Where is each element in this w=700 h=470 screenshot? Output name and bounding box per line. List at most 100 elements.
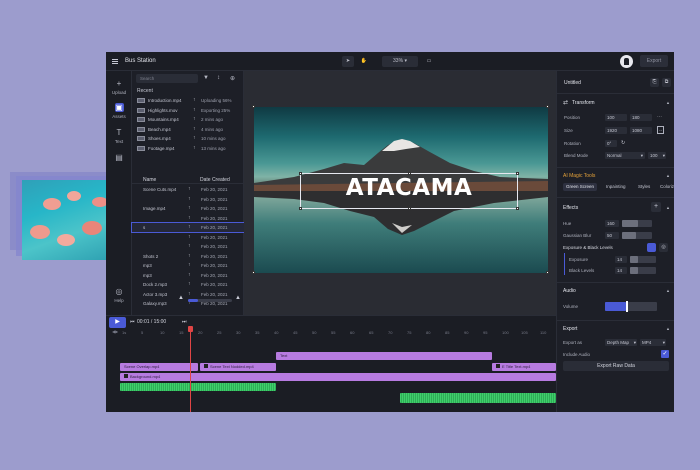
sort-icon[interactable]: ↕ xyxy=(217,75,220,81)
library-item[interactable]: mp3 ↑ Feb 20, 2021 xyxy=(132,271,244,280)
image-handle-tr[interactable] xyxy=(546,105,549,108)
preview-button[interactable]: ▭ xyxy=(422,56,436,67)
canvas-area[interactable]: ATACAMA xyxy=(244,71,556,315)
size-h-field[interactable]: 1080 xyxy=(630,127,652,134)
nav-text[interactable]: T Text xyxy=(106,128,132,144)
tag-colorize[interactable]: Colorize xyxy=(657,183,674,191)
image-handle-bl[interactable] xyxy=(252,271,255,274)
select-tool-button[interactable]: ➤ xyxy=(342,56,354,67)
chevron-up-icon[interactable]: ▲ xyxy=(666,100,670,105)
recent-item[interactable]: Beach.mp4 ↑ 4 mins ago xyxy=(137,125,241,134)
library-item[interactable]: ↑ Feb 20, 2021 xyxy=(132,233,244,242)
copy-icon[interactable]: ⧉ xyxy=(662,78,671,87)
text-handle-bl[interactable] xyxy=(299,207,302,210)
text-handle-tr[interactable] xyxy=(516,172,519,175)
play-button[interactable]: ▶ xyxy=(109,317,126,328)
opacity-select[interactable]: 100 ▾ xyxy=(648,152,666,159)
exposure-more-icon[interactable]: ◎ xyxy=(659,243,668,252)
transform-heading[interactable]: Transform xyxy=(572,100,595,106)
track-title-text[interactable]: E Title Text.mp4 xyxy=(492,363,556,371)
audio-heading[interactable]: Audio xyxy=(563,288,576,294)
black-levels-slider[interactable] xyxy=(630,267,656,274)
library-item[interactable]: Dock 2.mp3 ↑ Feb 20, 2021 xyxy=(132,280,244,289)
library-item[interactable]: Shots 2 ↑ Feb 20, 2021 xyxy=(132,252,244,261)
nav-help[interactable]: ◎ Help xyxy=(106,287,132,303)
blend-mode-select[interactable]: Normal ▾ xyxy=(605,152,645,159)
recent-item[interactable]: Footage.mp4 ↑ 13 mins ago xyxy=(137,144,241,153)
image-handle-tl[interactable] xyxy=(252,105,255,108)
gaussian-field[interactable]: 50 xyxy=(605,232,619,239)
skip-forward-icon[interactable]: ⏭ xyxy=(182,319,187,325)
track-scene-overlap[interactable]: Scene Overlap.mp4 xyxy=(120,363,198,371)
volume-slider[interactable] xyxy=(605,301,657,312)
chevron-up-icon[interactable]: ▲ xyxy=(666,326,670,331)
text-handle-tl[interactable] xyxy=(299,172,302,175)
position-x-field[interactable]: 100 xyxy=(605,114,627,121)
include-audio-checkbox[interactable]: ✓ xyxy=(661,350,669,358)
tag-styles[interactable]: Styles xyxy=(635,183,653,191)
rotation-field[interactable]: 0° xyxy=(605,140,617,147)
audio-track-2[interactable] xyxy=(400,393,556,403)
recent-item[interactable]: Shoes.mp4 ↑ 10 mins ago xyxy=(137,134,241,143)
library-item[interactable]: ↑ Feb 20, 2021 xyxy=(132,242,244,251)
audio-track-1[interactable] xyxy=(120,383,276,391)
track-background[interactable]: Background.mp4 xyxy=(120,373,556,381)
chevron-up-icon[interactable]: ▲ xyxy=(666,288,670,293)
tag-inpainting[interactable]: Inpainting xyxy=(603,183,629,191)
hue-slider[interactable] xyxy=(622,220,652,227)
recent-item[interactable]: Highlights.mov ↑ Exporting 25% xyxy=(137,106,241,115)
preview-image[interactable]: ATACAMA xyxy=(254,107,548,273)
export-button[interactable]: Export xyxy=(640,55,668,67)
col-name[interactable]: Name xyxy=(143,177,156,183)
magic-tools-heading[interactable]: AI Magic Tools xyxy=(563,173,595,179)
search-input[interactable]: Search xyxy=(136,74,198,83)
col-date[interactable]: Date Created xyxy=(200,177,230,183)
library-item[interactable]: Image.mp4 ↑ Feb 20, 2021 xyxy=(132,204,244,213)
tag-green-screen[interactable]: Green Screen xyxy=(563,183,598,191)
recent-item[interactable]: Introduction.mp4 ↑ Uploading 56% xyxy=(137,96,241,105)
playhead[interactable] xyxy=(190,326,191,412)
library-item[interactable]: s ↑ Feb 20, 2021 xyxy=(131,222,245,233)
skip-back-icon[interactable]: ⏮ xyxy=(130,319,135,325)
export-as-select[interactable]: Depth Map ▾ xyxy=(605,339,637,346)
recent-item[interactable]: Mountains.mp4 ↑ 2 mins ago xyxy=(137,115,241,124)
position-menu-icon[interactable]: ⋯ xyxy=(657,114,662,120)
text-handle-br[interactable] xyxy=(516,207,519,210)
export-format-select[interactable]: MP4 ▾ xyxy=(640,339,666,346)
lock-ratio-icon[interactable]: ↔ xyxy=(657,126,664,134)
add-effect-icon[interactable]: + xyxy=(651,202,661,212)
export-raw-button[interactable]: Export Raw Data xyxy=(563,361,669,371)
library-item[interactable]: ↑ Feb 20, 2021 xyxy=(132,195,244,204)
export-heading[interactable]: Export xyxy=(563,326,577,332)
text-handle-bc[interactable] xyxy=(408,207,411,210)
avatar[interactable] xyxy=(620,55,633,68)
library-item[interactable]: mp3 ↑ Feb 20, 2021 xyxy=(132,261,244,270)
library-item[interactable]: Scene Cuts.mp4 ↑ Feb 20, 2021 xyxy=(132,185,244,194)
track-text-clip[interactable]: Text xyxy=(276,352,492,360)
nav-upload[interactable]: + Upload xyxy=(106,79,132,95)
hand-tool-button[interactable]: ✋ xyxy=(358,56,370,67)
nav-assets[interactable]: ▣ Assets xyxy=(106,103,132,119)
more-icon[interactable]: ⊕ xyxy=(230,75,235,82)
size-w-field[interactable]: 1920 xyxy=(605,127,627,134)
effects-heading[interactable]: Effects xyxy=(563,205,578,211)
exposure-toggle[interactable] xyxy=(647,243,656,252)
black-levels-field[interactable]: 14 xyxy=(615,267,627,274)
filter-icon[interactable]: ▼ xyxy=(203,75,209,81)
library-item[interactable]: Actor 3.mp3 ↑ Feb 20, 2021 xyxy=(132,290,244,299)
track-scene-text[interactable]: Scene Text Nodded.mp4 xyxy=(200,363,276,371)
volume-thumb[interactable] xyxy=(625,301,628,312)
nav-media[interactable]: ▤ xyxy=(106,153,132,164)
chevron-up-icon[interactable]: ▲ xyxy=(666,173,670,178)
hue-field[interactable]: 160 xyxy=(605,220,619,227)
library-item[interactable]: ↑ Feb 20, 2021 xyxy=(132,214,244,223)
text-handle-tc[interactable] xyxy=(408,172,411,175)
zoom-select[interactable]: 33% ▾ xyxy=(382,56,418,67)
position-y-field[interactable]: 180 xyxy=(630,114,652,121)
menu-icon[interactable] xyxy=(112,59,118,64)
gaussian-slider[interactable] xyxy=(622,232,652,239)
rotate-icon[interactable]: ↻ xyxy=(621,140,625,146)
timeline-zoom-icon[interactable]: ◀▶ xyxy=(112,329,118,334)
link-icon[interactable]: ⎘ xyxy=(650,78,659,87)
exposure-slider[interactable] xyxy=(630,256,656,263)
